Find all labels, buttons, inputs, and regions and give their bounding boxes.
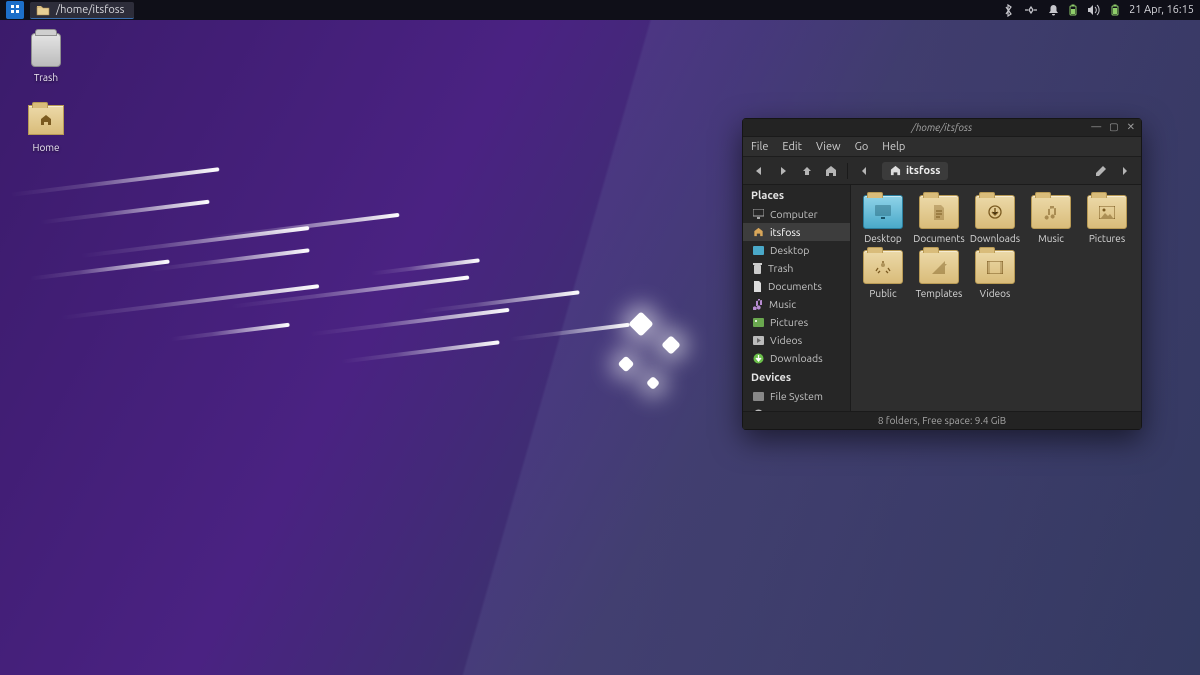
sidebar-item-computer[interactable]: Computer — [743, 205, 850, 223]
monitor-icon — [753, 209, 764, 219]
breadcrumb-label: itsfoss — [906, 165, 940, 177]
menu-bar: File Edit View Go Help — [743, 137, 1141, 157]
drive-icon — [753, 392, 764, 401]
clock[interactable]: 21 Apr, 16:15 — [1129, 4, 1194, 16]
sidebar-item-filesystem[interactable]: File System — [743, 387, 850, 405]
menu-file[interactable]: File — [751, 141, 768, 153]
filemanager-window[interactable]: /home/itsfoss — ▢ ✕ File Edit View Go He… — [742, 118, 1142, 430]
folder-icon — [36, 4, 50, 16]
video-icon — [753, 336, 764, 345]
nav-up-button[interactable] — [797, 161, 817, 181]
taskbar-item-label: /home/itsfoss — [56, 4, 124, 16]
system-tray: 21 Apr, 16:15 — [1003, 4, 1194, 17]
folder-item-public[interactable]: Public — [855, 250, 911, 299]
battery2-icon[interactable] — [1111, 4, 1119, 16]
path-back-button[interactable] — [854, 161, 874, 181]
desktop[interactable]: /home/itsfoss 21 Apr, 16:15 Trash Home /… — [0, 0, 1200, 675]
home-icon — [753, 227, 764, 237]
sidebar-item-music[interactable]: Music — [743, 295, 850, 313]
network-icon[interactable] — [1024, 5, 1038, 15]
window-title: /home/itsfoss — [912, 122, 973, 133]
folder-item-pictures[interactable]: Pictures — [1079, 195, 1135, 244]
bluetooth-icon[interactable] — [1003, 4, 1014, 17]
top-panel: /home/itsfoss 21 Apr, 16:15 — [0, 0, 1200, 20]
breadcrumb: itsfoss — [882, 162, 948, 180]
desktop-icon-trash[interactable]: Trash — [16, 32, 76, 83]
sidebar: Places Computer itsfoss Desktop Trash Do… — [743, 185, 851, 411]
folder-item-documents[interactable]: Documents — [911, 195, 967, 244]
folder-item-desktop[interactable]: Desktop — [855, 195, 911, 244]
desktop-icon-home[interactable]: Home — [16, 102, 76, 153]
volume-icon[interactable] — [1087, 4, 1101, 16]
nav-back-button[interactable] — [749, 161, 769, 181]
trash-icon — [753, 263, 762, 274]
minimize-button[interactable]: — — [1091, 121, 1101, 133]
taskbar-item-filemanager[interactable]: /home/itsfoss — [30, 2, 134, 19]
maximize-button[interactable]: ▢ — [1109, 121, 1118, 133]
status-bar: 8 folders, Free space: 9.4 GiB — [743, 411, 1141, 429]
battery-icon[interactable] — [1069, 4, 1077, 16]
folder-item-templates[interactable]: Templates — [911, 250, 967, 299]
menu-help[interactable]: Help — [882, 141, 905, 153]
breadcrumb-home[interactable]: itsfoss — [882, 162, 948, 180]
sidebar-item-downloads[interactable]: Downloads — [743, 349, 850, 367]
sidebar-item-itsfoss[interactable]: itsfoss — [743, 223, 850, 241]
home-icon — [890, 165, 901, 176]
app-menu-button[interactable] — [6, 1, 24, 19]
sidebar-item-videos[interactable]: Videos — [743, 331, 850, 349]
sidebar-heading-places: Places — [743, 185, 850, 205]
document-icon — [753, 281, 762, 292]
desktop-icon-label: Trash — [34, 72, 58, 83]
sidebar-heading-devices: Devices — [743, 367, 850, 387]
desktop-icon — [753, 246, 764, 255]
menu-view[interactable]: View — [816, 141, 841, 153]
notifications-icon[interactable] — [1048, 4, 1059, 17]
picture-icon — [753, 318, 764, 327]
toolbar: itsfoss — [743, 157, 1141, 185]
folder-icon — [28, 105, 64, 135]
folder-item-videos[interactable]: Videos — [967, 250, 1023, 299]
sidebar-item-trash[interactable]: Trash — [743, 259, 850, 277]
path-forward-button[interactable] — [1115, 161, 1135, 181]
menu-edit[interactable]: Edit — [782, 141, 802, 153]
close-button[interactable]: ✕ — [1127, 121, 1135, 133]
nav-forward-button[interactable] — [773, 161, 793, 181]
folder-item-music[interactable]: Music — [1023, 195, 1079, 244]
icon-view[interactable]: Desktop Documents Downloads Music Pictur… — [851, 185, 1141, 411]
music-icon — [753, 299, 763, 310]
sidebar-item-documents[interactable]: Documents — [743, 277, 850, 295]
status-text: 8 folders, Free space: 9.4 GiB — [878, 415, 1006, 426]
sidebar-item-pictures[interactable]: Pictures — [743, 313, 850, 331]
download-icon — [753, 353, 764, 364]
edit-path-button[interactable] — [1091, 161, 1111, 181]
nav-home-button[interactable] — [821, 161, 841, 181]
trash-icon — [31, 33, 61, 67]
folder-item-downloads[interactable]: Downloads — [967, 195, 1023, 244]
window-titlebar[interactable]: /home/itsfoss — ▢ ✕ — [743, 119, 1141, 137]
desktop-icon-label: Home — [33, 142, 60, 153]
sidebar-item-desktop[interactable]: Desktop — [743, 241, 850, 259]
menu-go[interactable]: Go — [855, 141, 869, 153]
